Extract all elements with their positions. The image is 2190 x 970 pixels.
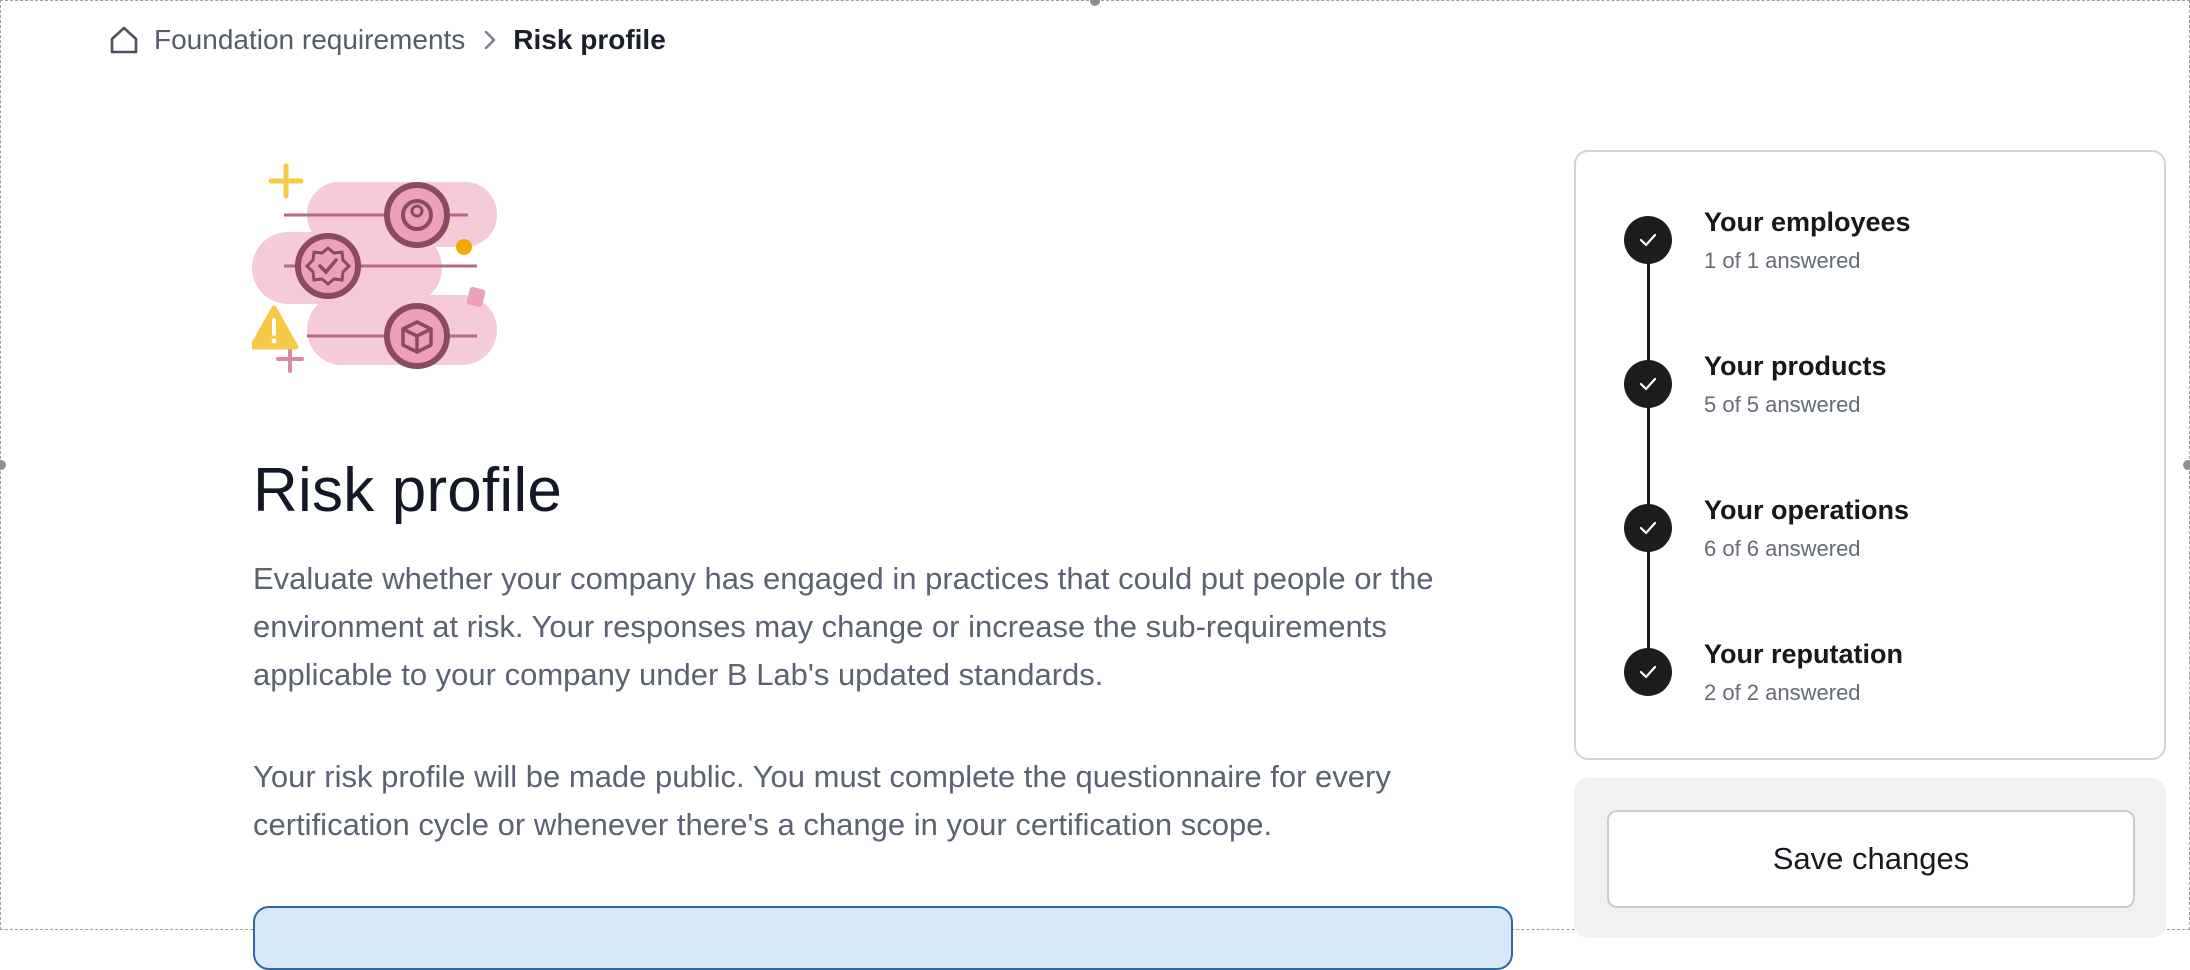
public-notice-paragraph: Your risk profile will be made public. Y…	[253, 759, 1391, 842]
save-changes-button[interactable]: Save changes	[1607, 810, 2135, 908]
timeline-line	[1647, 240, 1650, 672]
step-status-operations: 6 of 6 answered	[1704, 536, 1861, 561]
risk-sliders-illustration	[252, 163, 497, 373]
step-status-employees: 1 of 1 answered	[1704, 248, 1861, 273]
step-status-reputation: 2 of 2 answered	[1704, 680, 1861, 705]
step-status-products: 5 of 5 answered	[1704, 392, 1861, 417]
home-icon[interactable]	[108, 24, 140, 56]
step-title-reputation[interactable]: Your reputation	[1704, 639, 1903, 670]
intro-paragraph: Evaluate whether your company has engage…	[253, 561, 1434, 692]
breadcrumb: Foundation requirements Risk profile	[108, 22, 666, 58]
step-title-employees[interactable]: Your employees	[1704, 207, 1911, 238]
page-title: Risk profile	[253, 456, 563, 525]
step-complete-check-icon[interactable]	[1624, 216, 1672, 264]
step-title-operations[interactable]: Your operations	[1704, 495, 1909, 526]
step-title-products[interactable]: Your products	[1704, 351, 1887, 382]
breadcrumb-current: Risk profile	[513, 24, 666, 55]
info-banner	[253, 906, 1513, 970]
chevron-right-icon	[484, 30, 496, 50]
breadcrumb-parent-link[interactable]: Foundation requirements	[154, 24, 465, 56]
step-complete-check-icon[interactable]	[1624, 360, 1672, 408]
step-complete-check-icon[interactable]	[1624, 504, 1672, 552]
step-complete-check-icon[interactable]	[1624, 648, 1672, 696]
resize-handle-right[interactable]	[2183, 460, 2190, 470]
